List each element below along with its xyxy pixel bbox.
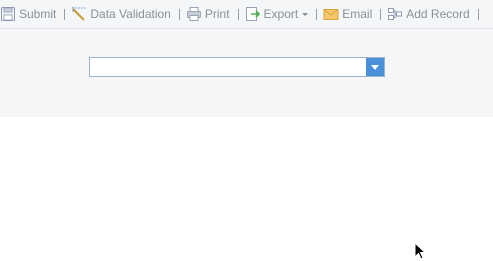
export-icon bbox=[245, 7, 260, 21]
email-label: Email bbox=[342, 7, 373, 21]
print-label: Print bbox=[204, 7, 230, 21]
save-icon bbox=[1, 7, 15, 21]
toolbar-separator bbox=[316, 8, 318, 20]
add-record-icon bbox=[388, 8, 403, 20]
combobox-dropdown-button[interactable] bbox=[366, 58, 384, 76]
record-select-combobox[interactable] bbox=[89, 57, 385, 77]
add-record-button[interactable]: Add Record bbox=[387, 4, 470, 24]
toolbar-separator bbox=[237, 8, 239, 20]
add-record-label: Add Record bbox=[406, 7, 470, 21]
app-window: Submit Data Validation Print Export Emai… bbox=[0, 0, 493, 261]
combobox-input[interactable] bbox=[90, 58, 367, 76]
envelope-icon bbox=[323, 9, 339, 20]
email-button[interactable]: Email bbox=[323, 4, 372, 24]
chevron-down-icon bbox=[371, 64, 379, 70]
toolbar: Submit Data Validation Print Export Emai… bbox=[0, 0, 493, 29]
submit-button[interactable]: Submit bbox=[0, 4, 56, 24]
mouse-pointer-icon bbox=[414, 242, 426, 260]
chevron-down-icon bbox=[302, 13, 309, 16]
export-label: Export bbox=[263, 7, 299, 21]
validation-wand-icon bbox=[72, 7, 87, 21]
printer-icon bbox=[186, 7, 201, 21]
export-dropdown[interactable]: Export bbox=[245, 4, 309, 24]
toolbar-separator bbox=[477, 8, 479, 20]
data-validation-button[interactable]: Data Validation bbox=[71, 4, 171, 24]
toolbar-separator bbox=[64, 8, 66, 20]
submit-label: Submit bbox=[19, 7, 57, 21]
print-button[interactable]: Print bbox=[186, 4, 230, 24]
toolbar-separator bbox=[380, 8, 382, 20]
data-validation-label: Data Validation bbox=[90, 7, 171, 21]
toolbar-separator bbox=[178, 8, 180, 20]
